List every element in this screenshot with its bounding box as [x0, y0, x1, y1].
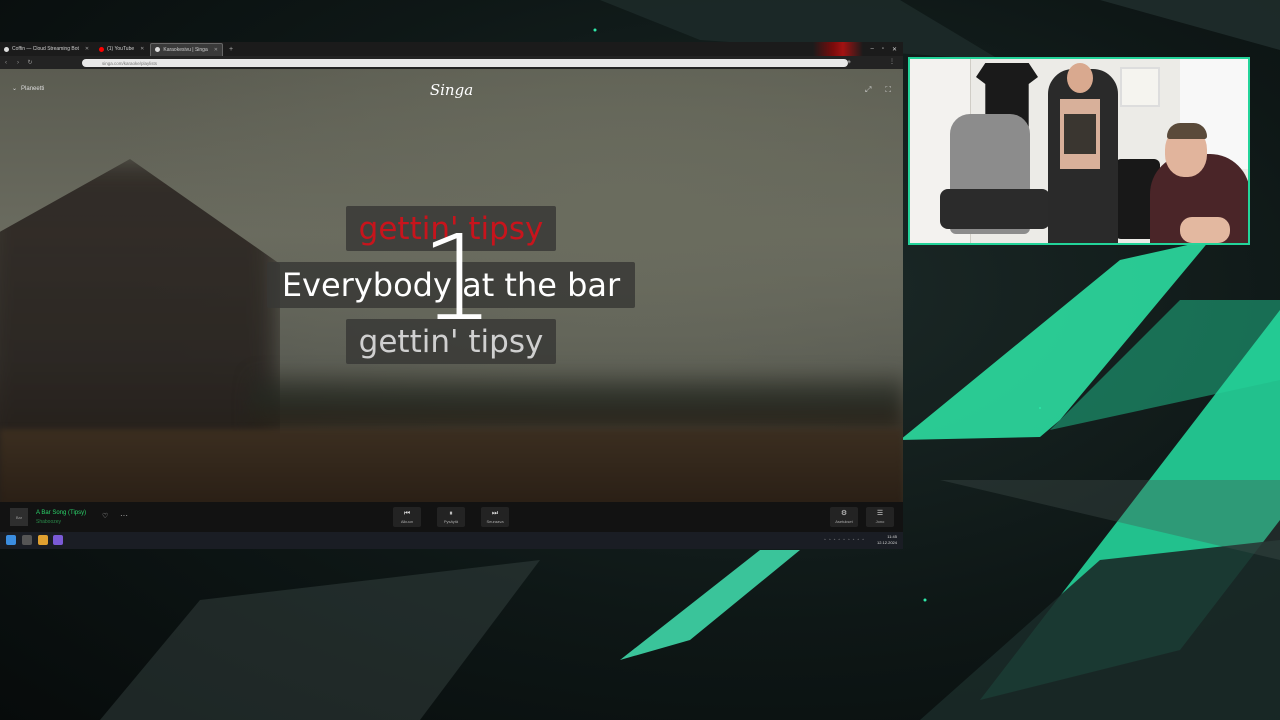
taskbar-date: 12.12.2024: [876, 540, 897, 545]
webcam-overlay: [908, 57, 1250, 245]
webcam-singer-head: [1067, 63, 1093, 93]
extension-icon[interactable]: ◈: [847, 59, 851, 65]
close-icon[interactable]: ✕: [140, 46, 144, 52]
tab-youtube[interactable]: (1) YouTube ✕: [95, 43, 148, 55]
popout-icon[interactable]: ⤢: [865, 85, 871, 95]
tab-streaming-bot[interactable]: Coffin — Cloud Streaming Bot ✕: [0, 43, 93, 55]
skip-back-button[interactable]: ⏮ Alkuun: [393, 507, 421, 527]
taskbar-clock[interactable]: 11:45 12.12.2024: [877, 534, 897, 546]
skip-forward-icon: ⏭: [491, 510, 499, 517]
tab-singa[interactable]: Karaokesivu | Singa ✕: [150, 42, 223, 56]
system-tray-icons[interactable]: ◦◦◦◦◦◦◦◦◦: [824, 537, 867, 543]
karaoke-stage: ⌄ Planeetti Singa ⤢ ⛶ gettin' tipsy Ever…: [0, 69, 903, 541]
fullscreen-icon[interactable]: ⛶: [885, 85, 891, 95]
url-text: singa.com/karaoke/playlists: [102, 60, 158, 66]
singa-logo: Singa: [429, 81, 474, 99]
tab-favicon-icon: [4, 46, 9, 52]
rog-logo-icon: [813, 42, 863, 56]
tab-label: (1) YouTube: [107, 46, 135, 52]
url-field[interactable]: singa.com/karaoke/playlists: [82, 59, 848, 67]
pause-button[interactable]: ⏸ Pysäytä: [437, 507, 465, 527]
singa-favicon-icon: [155, 47, 161, 52]
heart-icon[interactable]: ♡: [102, 512, 108, 520]
windows-taskbar: ◦◦◦◦◦◦◦◦◦ 11:45 12.12.2024: [0, 532, 903, 549]
back-icon[interactable]: ‹: [0, 60, 12, 66]
player-bar: Bar A Bar Song (Tipsy) Shaboozey ♡ ··· ⏮…: [0, 502, 903, 532]
maximize-icon[interactable]: ▫: [882, 46, 884, 53]
browser-taskbar-icon[interactable]: [38, 535, 48, 545]
minimize-icon[interactable]: –: [870, 46, 873, 53]
address-bar: ‹ › ↻ singa.com/karaoke/playlists ◈ ⋮: [0, 56, 903, 69]
more-options-icon[interactable]: ···: [120, 511, 128, 520]
webcam-singer-shirt-print: [1064, 114, 1096, 154]
skip-back-label: Alkuun: [400, 519, 414, 524]
settings-button[interactable]: ⚙ Asetukset: [830, 507, 858, 527]
browser-window: Coffin — Cloud Streaming Bot ✕ (1) YouTu…: [0, 42, 903, 549]
reload-icon[interactable]: ↻: [24, 59, 36, 66]
browser-menu-icon[interactable]: ⋮: [889, 58, 895, 65]
queue-label: Jono: [875, 519, 885, 524]
settings-label: Asetukset: [835, 519, 853, 524]
webcam-seated-person-hand: [1180, 217, 1230, 243]
close-icon[interactable]: ✕: [85, 46, 89, 52]
pause-label: Pysäytä: [443, 519, 459, 524]
skip-back-icon: ⏮: [403, 510, 411, 517]
close-icon[interactable]: ✕: [214, 47, 218, 53]
song-title[interactable]: A Bar Song (Tipsy): [36, 510, 86, 516]
tab-label: Karaokesivu | Singa: [163, 46, 208, 53]
search-icon[interactable]: [22, 535, 32, 545]
window-controls: – ▫ ✕: [870, 46, 903, 53]
skip-forward-button[interactable]: ⏭ Seuraava: [481, 507, 509, 527]
list-icon: ☰: [876, 510, 884, 517]
gear-icon: ⚙: [840, 510, 848, 517]
youtube-icon: [99, 46, 105, 52]
webcam-chair-seat: [940, 189, 1050, 229]
pause-icon: ⏸: [449, 510, 453, 517]
forward-icon[interactable]: ›: [12, 60, 24, 66]
song-artist[interactable]: Shaboozey: [36, 519, 61, 525]
skip-forward-label: Seuraava: [486, 519, 504, 524]
windows-start-icon[interactable]: [6, 535, 16, 545]
twitch-taskbar-icon[interactable]: [53, 535, 63, 545]
countdown-number: 1: [420, 209, 496, 347]
browser-tab-bar: Coffin — Cloud Streaming Bot ✕ (1) YouTu…: [0, 42, 903, 56]
queue-button[interactable]: ☰ Jono: [866, 507, 894, 527]
song-thumbnail[interactable]: Bar: [10, 508, 28, 526]
song-thumbnail-label: Bar: [15, 514, 23, 520]
stage-toolbar: ⤢ ⛶: [865, 85, 891, 95]
close-window-icon[interactable]: ✕: [892, 46, 897, 53]
background-horizon-image: [250, 369, 903, 429]
webcam-seated-person-hair: [1167, 123, 1207, 139]
tab-label: Coffin — Cloud Streaming Bot: [12, 46, 79, 52]
plus-icon[interactable]: +: [225, 46, 237, 53]
webcam-picture-frame: [1120, 67, 1160, 107]
